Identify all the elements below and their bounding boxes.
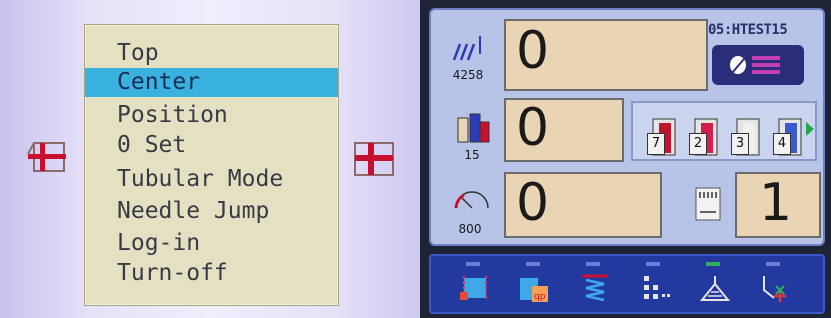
toolbar-frame-move-button[interactable]: [452, 262, 496, 308]
stitch-value-box[interactable]: 0: [504, 19, 708, 91]
needle-value-box[interactable]: 1: [735, 172, 821, 238]
menu-item-center[interactable]: Center: [85, 68, 338, 97]
left-screen: Top Center Position 0 Set Tubular Mode N…: [0, 0, 420, 318]
toolbar-tab: [586, 262, 600, 266]
toolbar-tab: [706, 262, 720, 266]
color-sequence-strip[interactable]: 7 2 3 4: [631, 101, 817, 161]
speed-count: 800: [458, 222, 482, 236]
toolbar-tab: [526, 262, 540, 266]
design-name: 05:HTEST15: [708, 22, 788, 38]
color-value: 0: [516, 98, 550, 158]
pattern-repeat-icon: qp: [520, 278, 548, 302]
toolbar-tab: [466, 262, 480, 266]
spool-number: 3: [731, 133, 749, 155]
menu-item-zero-set[interactable]: 0 Set: [85, 131, 338, 160]
toolbar-trace-button[interactable]: [692, 262, 736, 308]
menu-item-turn-off[interactable]: Turn-off: [85, 259, 338, 288]
menu-item-tubular-mode[interactable]: Tubular Mode: [85, 165, 338, 194]
needle-value: 1: [759, 173, 793, 233]
spool-number: 7: [647, 133, 665, 155]
spool-number: 4: [773, 133, 791, 155]
toolbar-grid-layout-button[interactable]: [632, 262, 676, 308]
spring-icon: [582, 274, 608, 302]
stitch-icon: [452, 36, 481, 61]
design-icon-button[interactable]: [712, 45, 804, 85]
speed-value: 0: [516, 173, 550, 233]
color-value-box[interactable]: 0: [504, 98, 624, 162]
grid-layout-icon: [644, 276, 670, 299]
menu-item-needle-jump[interactable]: Needle Jump: [85, 197, 338, 226]
spool-number: 2: [689, 133, 707, 155]
trace-icon: [699, 276, 731, 301]
toolbar-spring-button[interactable]: [572, 262, 616, 308]
spool-2: 2: [685, 117, 725, 159]
toolbar-tab: [766, 262, 780, 266]
toolbar-pattern-repeat-button[interactable]: qp: [512, 262, 556, 308]
spool-4: 4: [769, 117, 809, 159]
needle-icon: [763, 276, 786, 302]
context-menu: Top Center Position 0 Set Tubular Mode N…: [84, 24, 339, 306]
design-thumbnail-icon: [730, 56, 780, 74]
needle-bar-icon: [695, 187, 721, 221]
scroll-right-icon[interactable]: [805, 121, 815, 137]
frame-move-icon: [460, 276, 487, 300]
speed-gauge-icon: [454, 191, 489, 209]
color-change-icon: [457, 113, 490, 143]
menu-item-log-in[interactable]: Log-in: [85, 229, 338, 258]
toolbar-needle-button[interactable]: [752, 262, 796, 308]
spool-1: 7: [643, 117, 683, 159]
toolbar-tab: [646, 262, 660, 266]
menu-item-position[interactable]: Position: [85, 101, 338, 130]
stitch-count: 4258: [452, 68, 484, 82]
menu-item-top[interactable]: Top: [85, 39, 338, 68]
svg-text:qp: qp: [534, 292, 546, 302]
spool-3: 3: [727, 117, 767, 159]
frame-left-icon: [27, 142, 66, 172]
stitch-value: 0: [516, 21, 550, 81]
speed-value-box[interactable]: 0: [504, 172, 662, 238]
color-count: 15: [464, 148, 480, 162]
frame-right-icon: [354, 142, 394, 176]
